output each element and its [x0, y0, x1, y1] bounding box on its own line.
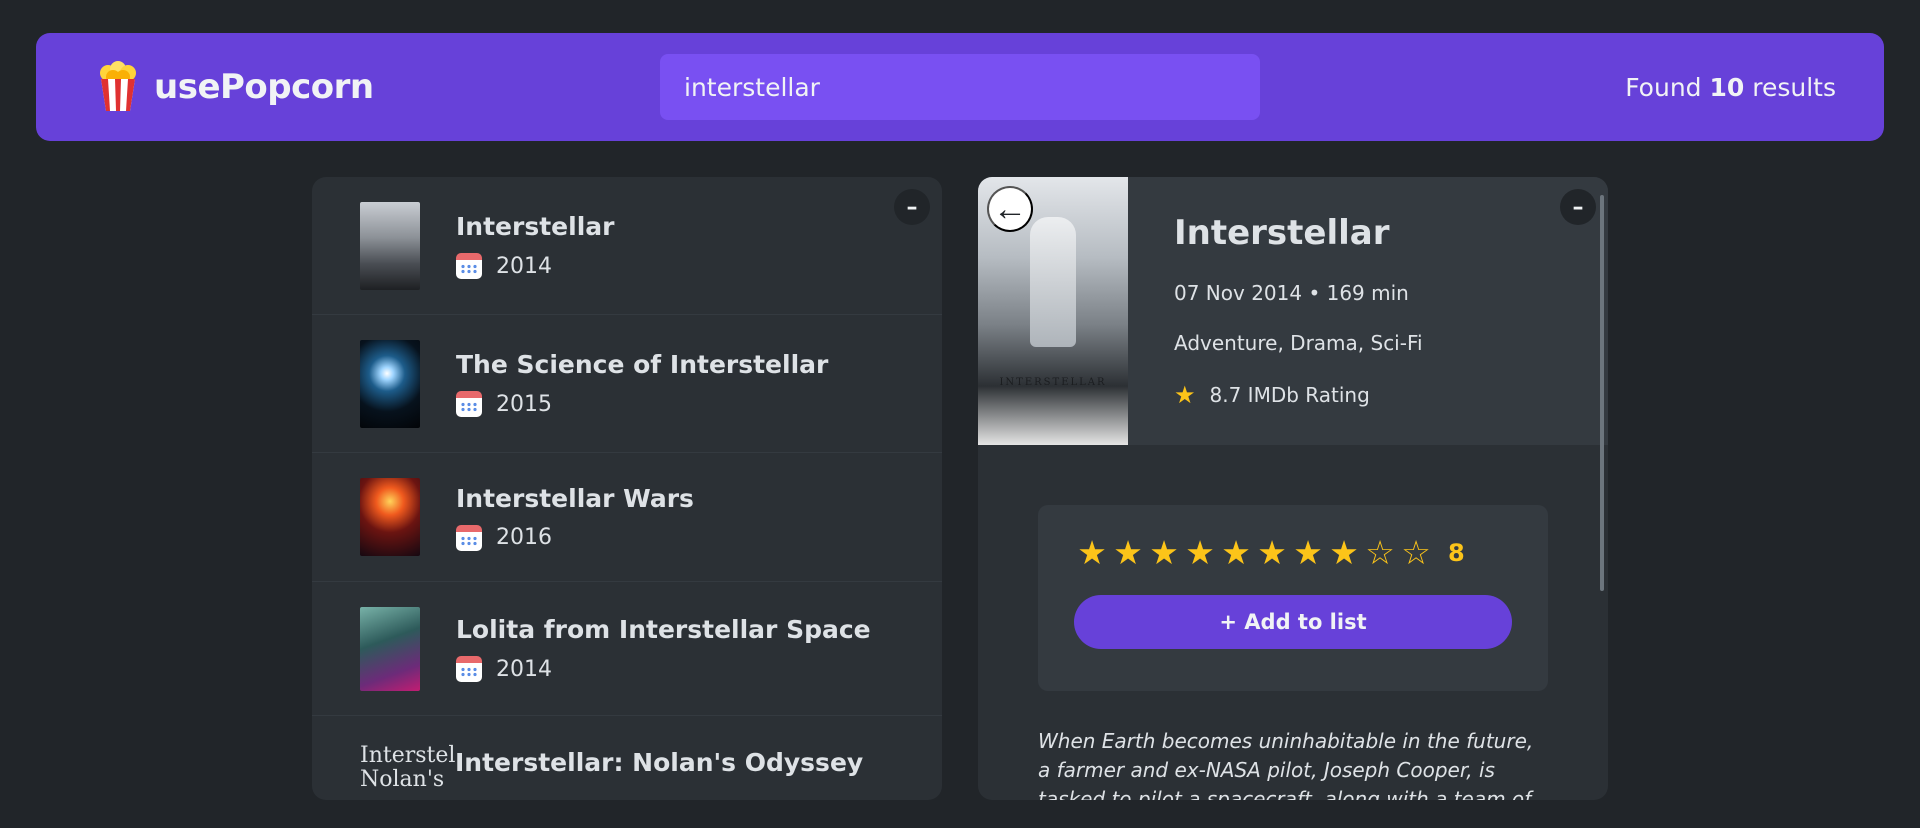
movie-year-row: 2014: [456, 253, 614, 279]
add-to-list-button[interactable]: + Add to list: [1074, 595, 1512, 649]
star-filled-icon[interactable]: ★: [1290, 535, 1326, 571]
star-filled-icon[interactable]: ★: [1218, 535, 1254, 571]
movie-year-row: 2016: [456, 524, 694, 551]
calendar-icon: [456, 391, 482, 417]
results-prefix: Found: [1625, 72, 1702, 102]
movie-poster-alt-text: Interstellar: Nolan's: [360, 744, 456, 792]
movie-title: Interstellar Wars: [456, 483, 694, 513]
logo-text: usePopcorn: [154, 67, 374, 107]
details-header: ← INTERSTELLAR Interstellar 07 Nov 2014 …: [978, 177, 1608, 445]
movie-title: Interstellar: [456, 212, 615, 241]
popcorn-icon: [100, 61, 136, 111]
movie-year-row: 2015: [456, 391, 828, 417]
star-empty-icon[interactable]: ☆: [1362, 535, 1398, 571]
movie-poster: [360, 478, 420, 556]
movie-list-item[interactable]: Interstellar Wars 2016: [312, 453, 942, 582]
star-filled-icon[interactable]: ★: [1110, 535, 1146, 571]
detail-title: Interstellar: [1174, 213, 1390, 253]
results-number: 10: [1709, 72, 1745, 102]
nav-bar: usePopcorn Found 10 results: [36, 33, 1884, 141]
movie-details-box: – ← INTERSTELLAR Interstellar 07 Nov 201…: [978, 177, 1608, 800]
movie-year-row: 2014: [456, 656, 871, 682]
results-suffix: results: [1752, 72, 1836, 102]
poster-astronaut: [1030, 217, 1076, 347]
calendar-icon: [456, 656, 482, 682]
movie-title: Lolita from Interstellar Space: [456, 615, 871, 644]
collapse-details-button[interactable]: –: [1560, 189, 1596, 225]
imdb-rating-text: 8.7 IMDb Rating: [1209, 383, 1370, 407]
rating-box: ★ ★ ★ ★ ★ ★ ★ ★ ☆ ☆ 8 + Add to list: [1038, 505, 1548, 691]
genre: Adventure, Drama, Sci-Fi: [1174, 331, 1423, 355]
movie-year: 2014: [496, 253, 552, 279]
calendar-icon: [456, 524, 482, 551]
collapse-list-button[interactable]: –: [894, 189, 930, 225]
movie-list-item[interactable]: Interstellar: Nolan's Interstellar: Nola…: [312, 716, 942, 796]
movie-list-item[interactable]: The Science of Interstellar 2015: [312, 315, 942, 453]
star-rating: ★ ★ ★ ★ ★ ★ ★ ★ ☆ ☆ 8: [1074, 535, 1512, 571]
star-filled-icon[interactable]: ★: [1074, 535, 1110, 571]
star-icon: ★: [1174, 381, 1196, 409]
movie-year: 2014: [496, 656, 552, 682]
movie-list-box: – Interstellar 2014 The Science of Inter…: [312, 177, 942, 800]
poster-title-text: INTERSTELLAR: [999, 377, 1107, 388]
movie-list: Interstellar 2014 The Science of Interst…: [312, 177, 942, 796]
movie-poster: [360, 201, 420, 290]
movie-poster: [360, 606, 420, 691]
back-button[interactable]: ←: [987, 186, 1033, 232]
movie-list-item[interactable]: Lolita from Interstellar Space 2014: [312, 582, 942, 716]
search-input[interactable]: [660, 54, 1260, 120]
star-filled-icon[interactable]: ★: [1254, 535, 1290, 571]
star-filled-icon[interactable]: ★: [1146, 535, 1182, 571]
calendar-icon: [456, 253, 482, 279]
star-empty-icon[interactable]: ☆: [1398, 535, 1434, 571]
imdb-rating: ★ 8.7 IMDb Rating: [1174, 381, 1423, 409]
logo: usePopcorn: [96, 61, 374, 113]
star-filled-icon[interactable]: ★: [1182, 535, 1218, 571]
results-count: Found 10 results: [1625, 73, 1836, 102]
movie-title: Interstellar: Nolan's Odyssey: [455, 748, 864, 777]
details-scrollbar[interactable]: [1600, 195, 1604, 591]
release-runtime: 07 Nov 2014 • 169 min: [1174, 281, 1409, 305]
movie-year: 2016: [496, 525, 552, 550]
details-overview: Interstellar 07 Nov 2014 • 169 min Adven…: [1128, 177, 1423, 445]
movie-year: 2015: [496, 391, 552, 417]
movie-poster: [360, 339, 420, 428]
rating-value: 8: [1448, 539, 1465, 567]
movie-title: The Science of Interstellar: [456, 350, 829, 379]
star-filled-icon[interactable]: ★: [1326, 535, 1362, 571]
movie-plot: When Earth becomes uninhabitable in the …: [1038, 729, 1534, 800]
movie-list-item[interactable]: Interstellar 2014: [312, 177, 942, 315]
